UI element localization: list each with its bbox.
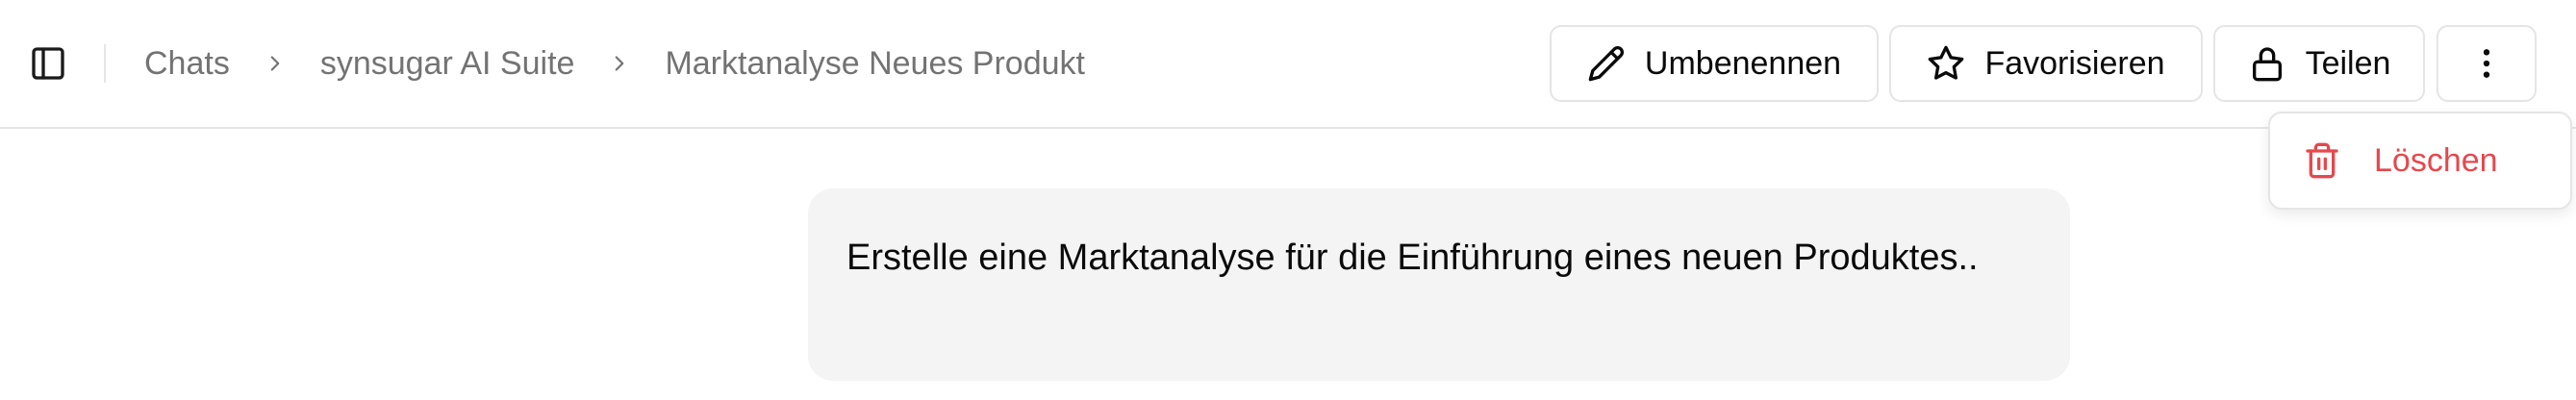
- more-vertical-icon: [2467, 44, 2506, 83]
- delete-menu-item[interactable]: Löschen: [2278, 121, 2563, 200]
- breadcrumb-item-current-chat: Marktanalyse Neues Produkt: [665, 44, 1085, 82]
- user-message-bubble: Erstelle eine Marktanalyse für die Einfü…: [808, 188, 2070, 381]
- favorite-button[interactable]: Favorisieren: [1889, 25, 2203, 102]
- breadcrumb-item-project[interactable]: synsugar AI Suite: [320, 45, 575, 83]
- user-message-text: Erstelle eine Marktanalyse für die Einfü…: [846, 238, 1979, 278]
- rename-button[interactable]: Umbenennen: [1550, 25, 1879, 102]
- share-button-label: Teilen: [2305, 44, 2391, 82]
- chat-header: Chats synsugar AI Suite Marktanalyse Neu…: [0, 0, 2576, 129]
- trash-icon: [2303, 141, 2341, 180]
- share-button[interactable]: Teilen: [2213, 25, 2425, 102]
- delete-menu-item-label: Löschen: [2374, 141, 2498, 179]
- sidebar-icon: [29, 44, 67, 83]
- star-icon: [1927, 44, 1965, 83]
- chevron-right-icon: [607, 51, 632, 76]
- breadcrumb: Chats synsugar AI Suite Marktanalyse Neu…: [144, 0, 1085, 127]
- options-dropdown-menu: Löschen: [2268, 112, 2572, 210]
- header-divider: [104, 44, 106, 83]
- pencil-icon: [1587, 44, 1626, 83]
- chevron-right-icon: [263, 51, 288, 76]
- rename-button-label: Umbenennen: [1644, 44, 1842, 82]
- favorite-button-label: Favorisieren: [1984, 44, 2165, 82]
- lock-icon: [2248, 44, 2286, 83]
- more-options-button[interactable]: [2437, 25, 2537, 102]
- breadcrumb-item-chats[interactable]: Chats: [144, 45, 230, 83]
- sidebar-toggle-button[interactable]: [29, 44, 67, 83]
